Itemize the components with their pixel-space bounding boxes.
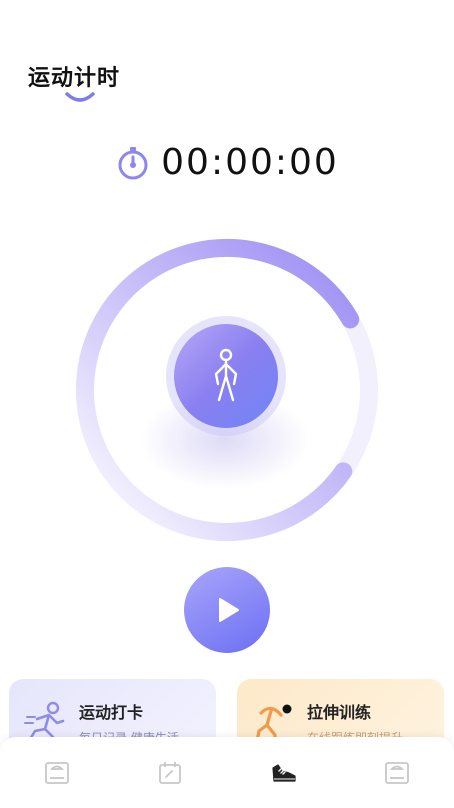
scale-icon (44, 761, 69, 784)
title-underline (65, 92, 95, 102)
timer-display: 00:00:00 (0, 142, 454, 183)
scale-icon (385, 761, 410, 784)
exercise-type-inner (174, 324, 278, 428)
tab-sport[interactable] (264, 753, 304, 793)
calendar-check-icon (159, 761, 182, 784)
bottom-tab-bar (0, 737, 454, 808)
card-title: 运动打卡 (79, 703, 144, 722)
page-title: 运动计时 (28, 66, 121, 91)
person-standing-icon (214, 348, 238, 402)
play-button[interactable] (184, 567, 270, 653)
tab-scale[interactable] (37, 753, 77, 793)
play-icon (219, 598, 239, 622)
stopwatch-icon (118, 146, 148, 179)
tab-scale-2[interactable] (377, 753, 417, 793)
tab-calendar[interactable] (150, 753, 190, 793)
sneaker-icon (272, 763, 296, 782)
timer-value: 00:00:00 (161, 142, 339, 183)
exercise-type-button[interactable] (166, 316, 286, 436)
card-title: 拉伸训练 (307, 703, 372, 722)
